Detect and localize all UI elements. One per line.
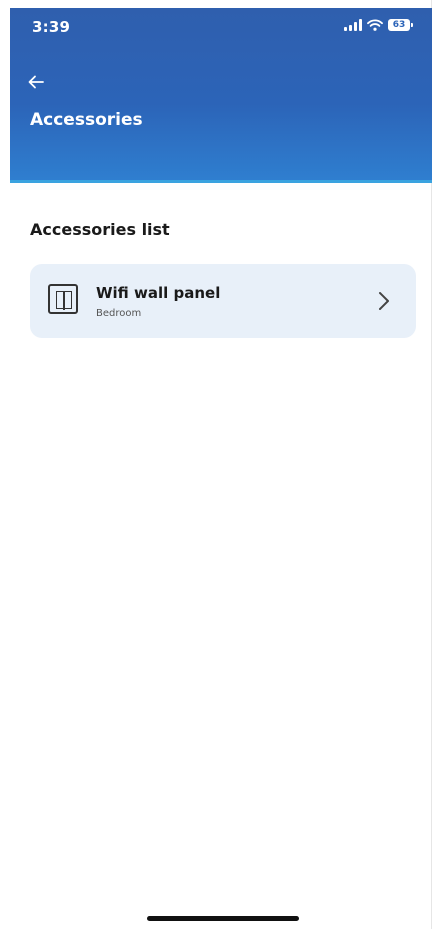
chevron-right-icon [379,292,389,310]
wall-panel-icon [48,284,78,314]
wifi-icon [367,19,383,31]
accessory-list-item[interactable]: Wifi wall panel Bedroom [30,264,416,338]
battery-icon: 63 [388,19,413,31]
status-time: 3:39 [32,18,71,36]
accessory-name: Wifi wall panel [96,284,221,302]
status-icons: 63 [344,17,413,33]
header-bar [10,8,432,182]
back-button[interactable] [24,70,48,94]
arrow-left-icon [28,75,44,89]
header-divider [10,180,432,183]
accessories-screen: 3:39 63 Accessories Accessories list Wif… [0,0,432,929]
home-indicator[interactable] [147,916,299,921]
section-title: Accessories list [30,220,170,239]
accessory-room: Bedroom [96,308,142,319]
page-title: Accessories [30,110,143,130]
cellular-signal-icon [344,19,362,31]
